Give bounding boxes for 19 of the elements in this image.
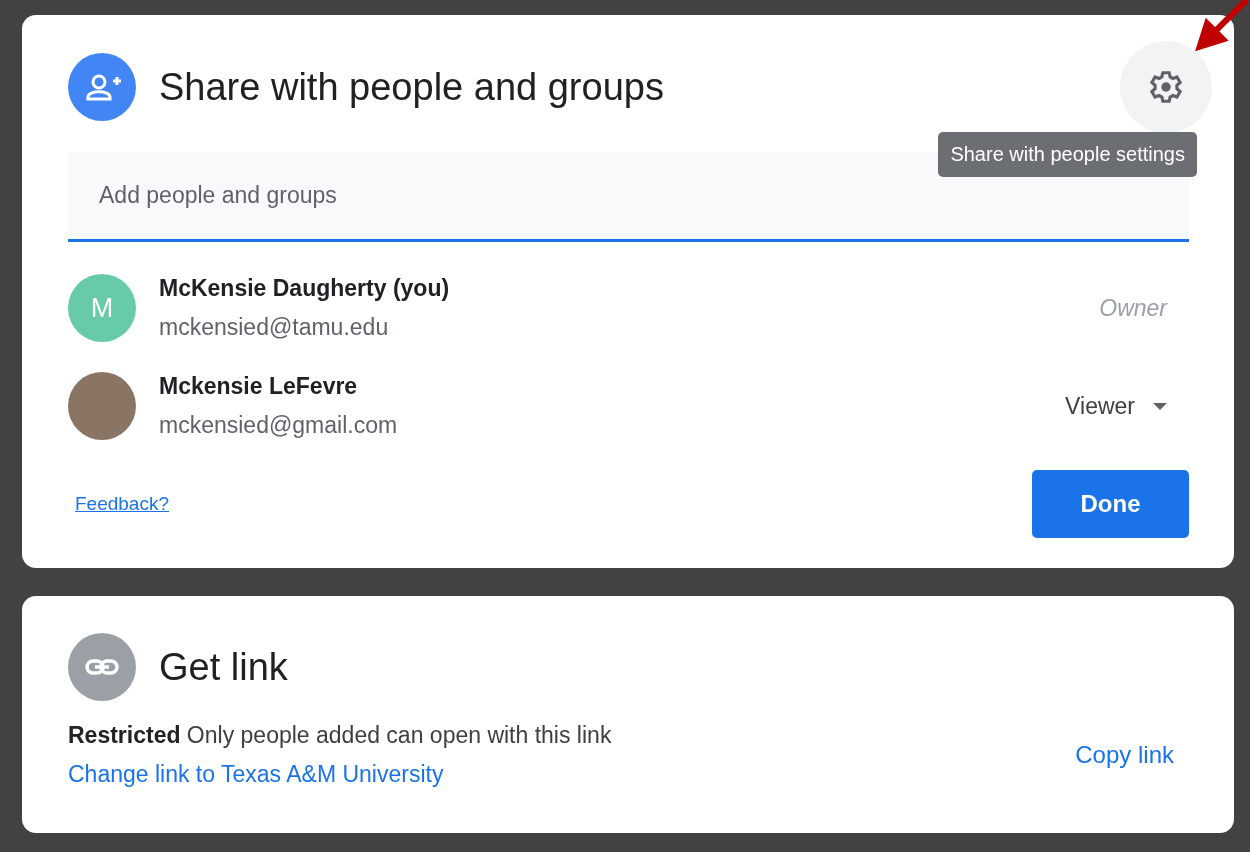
role-dropdown[interactable]: Viewer <box>1055 386 1189 426</box>
person-name: Mckensie LeFevre <box>159 373 359 400</box>
person-name: McKensie Daugherty (you) <box>159 275 451 302</box>
settings-icon <box>1147 68 1185 106</box>
feedback-link[interactable]: Feedback? <box>75 493 169 515</box>
copy-link-button[interactable]: Copy link <box>1075 741 1174 769</box>
caret-icon <box>1153 402 1167 410</box>
role-label: Owner <box>1099 294 1167 322</box>
settings-tooltip: Share with people settings <box>938 132 1197 177</box>
done-button[interactable]: Done <box>1032 470 1189 538</box>
change-link[interactable]: Change link to Texas A&M University <box>68 761 612 788</box>
link-description: Restricted Only people added can open with this link <box>68 722 612 749</box>
avatar-circle: M <box>68 274 136 342</box>
link-icon <box>68 633 136 701</box>
person-email: mckensied@tamu.edu <box>159 314 390 341</box>
person-add-icon <box>68 53 136 121</box>
person-email: mckensied@gmail.com <box>159 412 399 439</box>
dialog-title: Get link <box>159 645 289 689</box>
dialog-title: Share with people and groups <box>159 65 665 109</box>
